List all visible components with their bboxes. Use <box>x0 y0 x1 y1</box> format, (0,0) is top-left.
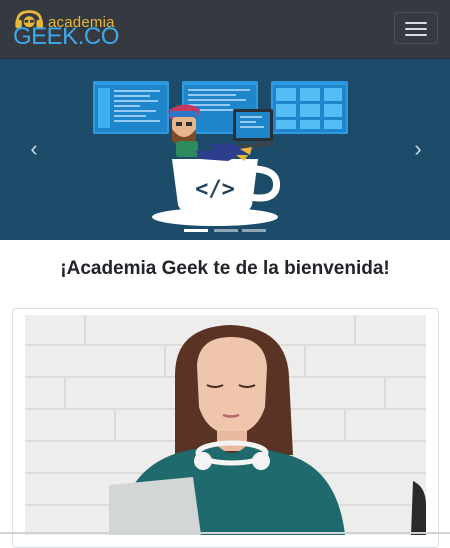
brand-name-bottom: GEEK.CO <box>13 23 119 50</box>
chevron-right-icon: › <box>414 136 422 161</box>
code-window-1 <box>93 81 169 134</box>
chevron-left-icon: ‹ <box>30 136 38 161</box>
brand-logo-link[interactable]: academia GEEK.CO <box>12 8 119 50</box>
featured-card <box>12 308 439 548</box>
hamburger-icon <box>405 22 427 24</box>
carousel-indicator-3[interactable] <box>242 229 266 232</box>
welcome-heading: ¡Academia Geek te de la bienvenida! <box>60 258 390 279</box>
hero-carousel: </> ‹ › <box>0 59 450 240</box>
carousel-indicator-2[interactable] <box>214 229 238 232</box>
carousel-indicators <box>184 229 268 233</box>
carousel-indicator-1[interactable] <box>184 229 208 232</box>
carousel-prev-button[interactable]: ‹ <box>24 136 44 161</box>
carousel-next-button[interactable]: › <box>408 136 428 161</box>
navbar-toggler-button[interactable] <box>394 12 438 44</box>
top-navbar: academia GEEK.CO <box>0 0 450 59</box>
carousel-slide-illustration: </> <box>93 81 348 226</box>
code-window-3 <box>271 81 348 134</box>
student-with-laptop-image <box>25 315 426 535</box>
svg-text:</>: </> <box>195 177 235 202</box>
